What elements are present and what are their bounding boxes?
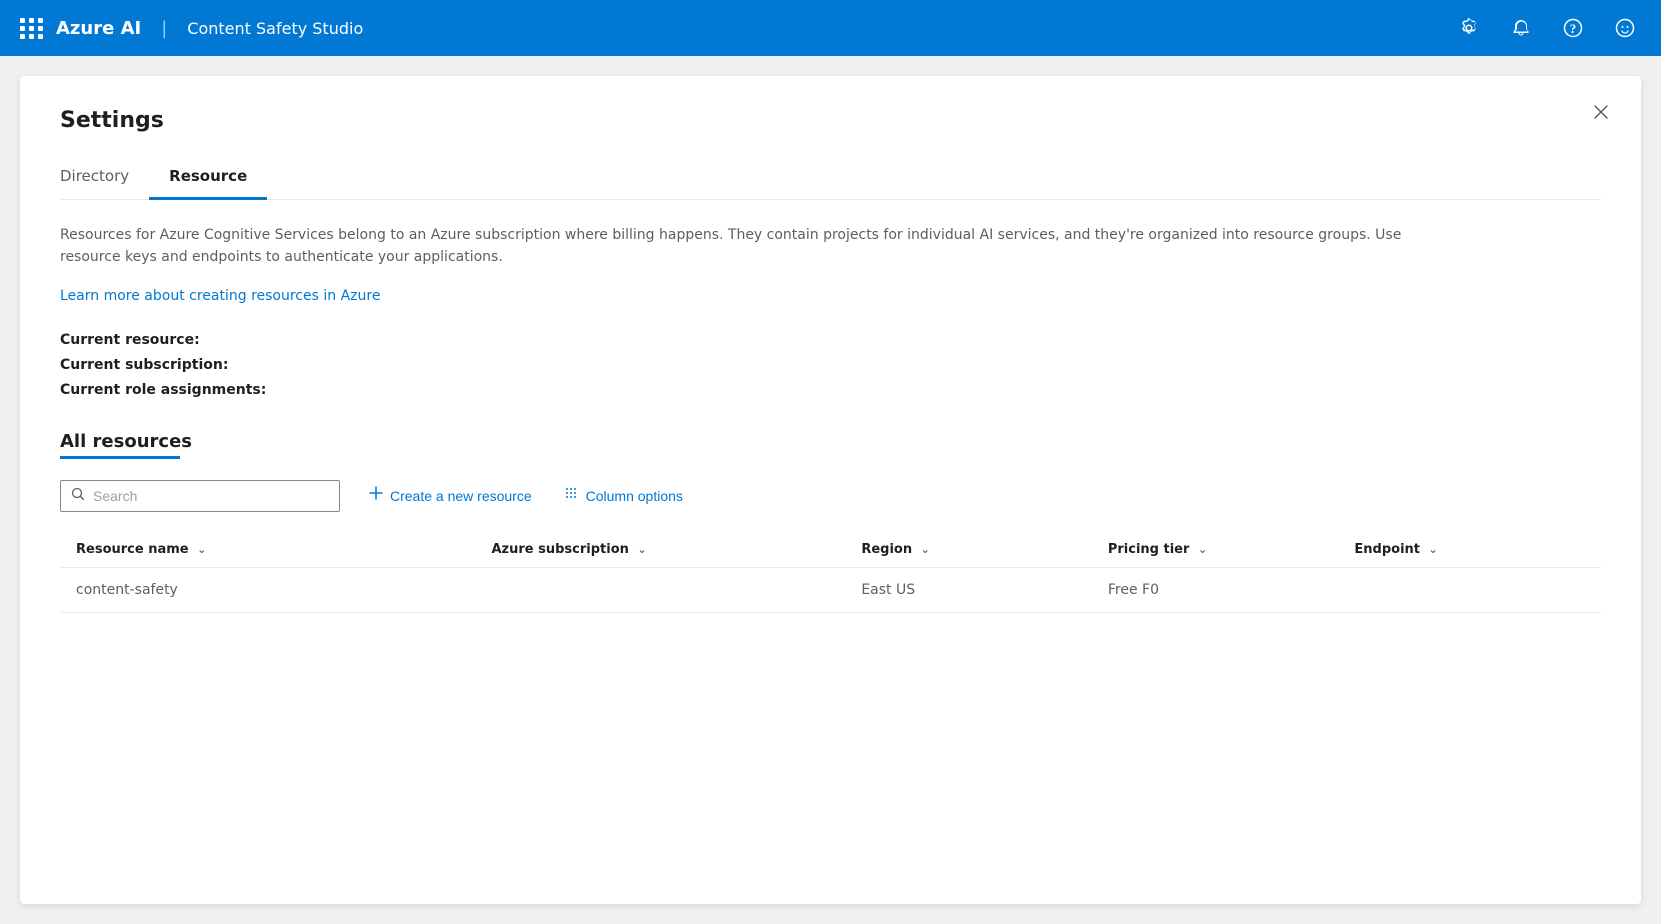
create-resource-button[interactable]: Create a new resource — [364, 479, 536, 512]
all-resources-title: All resources — [60, 431, 1601, 452]
sort-icon-subscription: ⌄ — [637, 543, 646, 556]
resource-description: Resources for Azure Cognitive Services b… — [60, 224, 1460, 269]
cell-resource-name[interactable]: content-safety — [60, 568, 491, 613]
tab-directory[interactable]: Directory — [60, 157, 149, 200]
col-header-pricing-tier[interactable]: Pricing tier ⌄ — [1108, 532, 1355, 568]
resource-toolbar: Create a new resource Column options — [60, 479, 1601, 512]
topbar-icons: ? — [1453, 12, 1641, 44]
col-header-subscription[interactable]: Azure subscription ⌄ — [491, 532, 861, 568]
section-underline — [60, 456, 180, 459]
column-options-icon — [564, 485, 580, 506]
tabs-container: Directory Resource — [60, 157, 1601, 200]
topbar-left: Azure AI | Content Safety Studio — [20, 18, 1453, 39]
notifications-icon[interactable] — [1505, 12, 1537, 44]
column-options-button[interactable]: Column options — [560, 479, 687, 512]
table-header: Resource name ⌄ Azure subscription ⌄ Reg… — [60, 532, 1601, 568]
cell-region: East US — [861, 568, 1108, 613]
current-role-label: Current role assignments: — [60, 378, 1601, 403]
col-header-resource-name[interactable]: Resource name ⌄ — [60, 532, 491, 568]
product-name: Content Safety Studio — [187, 19, 363, 38]
resource-table: Resource name ⌄ Azure subscription ⌄ Reg… — [60, 532, 1601, 613]
tab-resource[interactable]: Resource — [149, 157, 267, 200]
current-resource-label: Current resource: — [60, 328, 1601, 353]
app-name: Azure AI — [56, 18, 141, 39]
sort-icon-pricing: ⌄ — [1198, 543, 1207, 556]
search-input[interactable] — [93, 488, 329, 504]
plus-icon — [368, 485, 384, 506]
current-info-section: Current resource: Current subscription: … — [60, 328, 1601, 404]
cell-endpoint — [1354, 568, 1601, 613]
topbar-separator: | — [161, 18, 167, 39]
svg-text:?: ? — [1570, 21, 1577, 36]
create-resource-label: Create a new resource — [390, 488, 532, 504]
waffle-menu-icon[interactable] — [20, 18, 44, 39]
col-header-endpoint[interactable]: Endpoint ⌄ — [1354, 532, 1601, 568]
sort-icon-region: ⌄ — [921, 543, 930, 556]
sort-icon-resource: ⌄ — [197, 543, 206, 556]
sort-icon-endpoint: ⌄ — [1429, 543, 1438, 556]
topbar: Azure AI | Content Safety Studio ? — [0, 0, 1661, 56]
cell-pricing-tier: Free F0 — [1108, 568, 1355, 613]
column-options-label: Column options — [586, 488, 683, 504]
settings-panel: Settings Directory Resource Resources fo… — [20, 76, 1641, 904]
col-header-region[interactable]: Region ⌄ — [861, 532, 1108, 568]
close-button[interactable] — [1585, 96, 1617, 128]
settings-icon[interactable] — [1453, 12, 1485, 44]
search-wrapper[interactable] — [60, 480, 340, 512]
table-body: content-safety East US Free F0 — [60, 568, 1601, 613]
feedback-icon[interactable] — [1609, 12, 1641, 44]
current-subscription-label: Current subscription: — [60, 353, 1601, 378]
search-icon — [71, 487, 85, 505]
learn-more-link[interactable]: Learn more about creating resources in A… — [60, 288, 380, 304]
settings-title: Settings — [60, 108, 1601, 133]
cell-subscription — [491, 568, 861, 613]
help-icon[interactable]: ? — [1557, 12, 1589, 44]
table-row[interactable]: content-safety East US Free F0 — [60, 568, 1601, 613]
